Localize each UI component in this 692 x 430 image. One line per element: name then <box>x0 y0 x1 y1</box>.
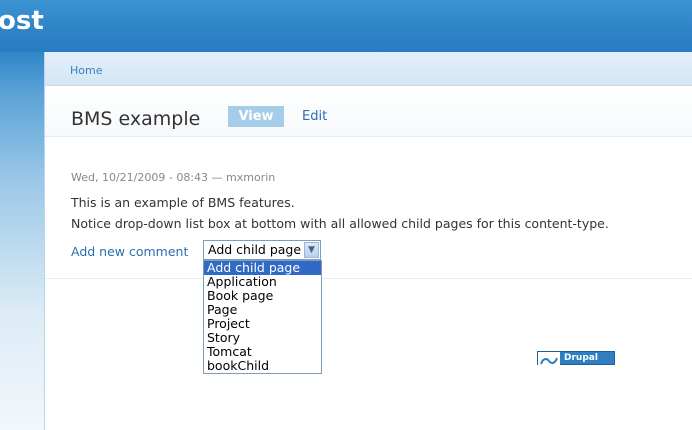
child-page-dropdown-list: Add child page Application Book page Pag… <box>203 260 322 374</box>
drupal-badge[interactable]: Drupal <box>537 351 615 367</box>
chevron-down-icon[interactable]: ▼ <box>304 242 319 258</box>
site-header: ost <box>0 0 692 52</box>
dropdown-option-tomcat[interactable]: Tomcat <box>204 345 321 359</box>
dropdown-option-book-page[interactable]: Book page <box>204 289 321 303</box>
body-text-line-2: Notice drop-down list box at bottom with… <box>71 216 609 231</box>
child-page-select[interactable]: Add child page ▼ <box>203 240 321 260</box>
page-frame: Home BMS example View Edit Wed, 10/21/20… <box>44 52 692 430</box>
dropdown-option-add-child-page[interactable]: Add child page <box>204 261 321 275</box>
content-divider <box>45 278 692 279</box>
page-title: BMS example <box>71 108 201 130</box>
breadcrumb: Home <box>45 52 692 86</box>
child-page-select-value: Add child page <box>208 242 302 257</box>
add-comment-link[interactable]: Add new comment <box>71 244 188 259</box>
left-gutter <box>0 52 44 430</box>
breadcrumb-home-link[interactable]: Home <box>70 64 102 77</box>
dropdown-option-bookchild[interactable]: bookChild <box>204 359 321 373</box>
title-area: BMS example View Edit <box>45 86 692 137</box>
tab-edit[interactable]: Edit <box>302 109 327 124</box>
body-text-line-1: This is an example of BMS features. <box>71 195 295 210</box>
drupal-logo-icon <box>538 352 560 367</box>
drupal-badge-label: Drupal <box>564 353 598 363</box>
submitted-info: Wed, 10/21/2009 - 08:43 — mxmorin <box>71 171 276 184</box>
tab-view[interactable]: View <box>228 106 284 127</box>
dropdown-option-page[interactable]: Page <box>204 303 321 317</box>
dropdown-option-project[interactable]: Project <box>204 317 321 331</box>
dropdown-option-application[interactable]: Application <box>204 275 321 289</box>
site-name[interactable]: ost <box>0 6 44 36</box>
dropdown-option-story[interactable]: Story <box>204 331 321 345</box>
